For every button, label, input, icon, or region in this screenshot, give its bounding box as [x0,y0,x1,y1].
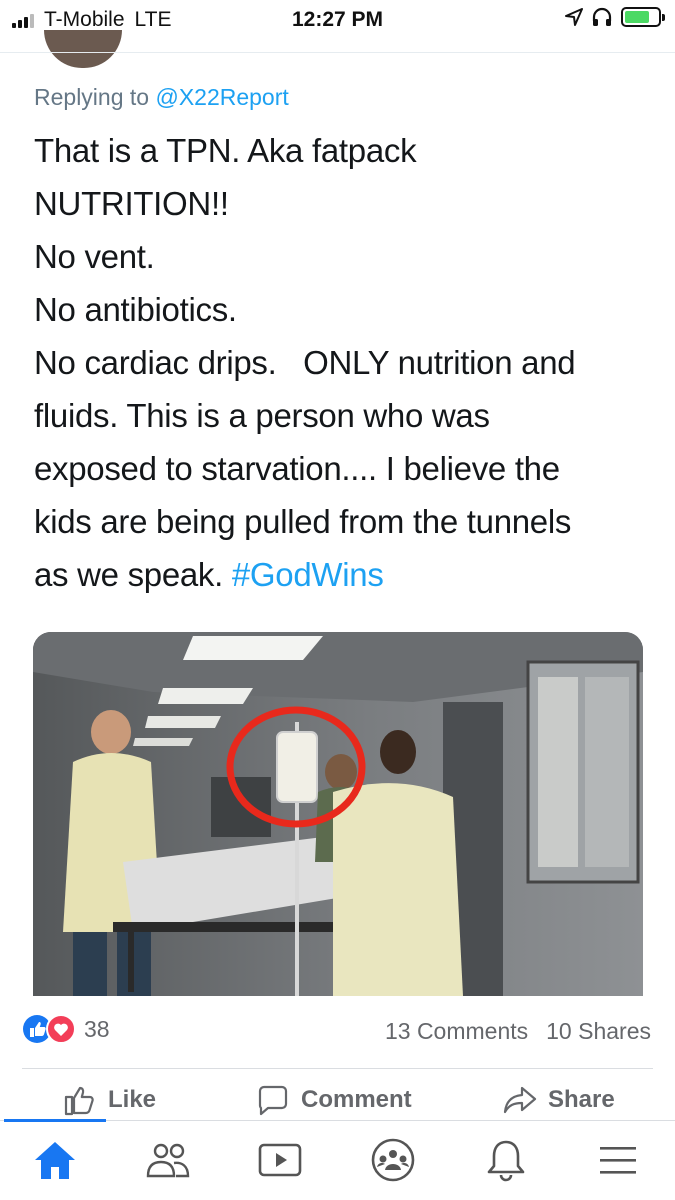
like-label: Like [108,1086,157,1113]
friends-icon [146,1143,190,1178]
post-photo[interactable] [33,632,643,996]
tweet-line: exposed to starvation.... I believe the [34,450,560,487]
groups-icon [371,1138,415,1182]
tweet-line: That is a TPN. Aka fatpack [34,132,417,169]
hospital-photo-illustration [33,632,643,996]
love-reaction-icon [46,1014,76,1044]
location-arrow-icon [565,8,583,26]
tweet-line: No vent. [34,238,155,275]
nav-menu[interactable] [588,1135,648,1185]
like-button[interactable]: Like [62,1082,156,1118]
comment-label: Comment [301,1086,412,1113]
home-icon [35,1142,75,1179]
bottom-navigation [0,1119,675,1200]
hashtag-link[interactable]: #GodWins [232,556,384,593]
nav-groups[interactable] [363,1135,423,1185]
replying-to: Replying to @X22Report [34,84,289,111]
comments-count-link[interactable]: 13 Comments [385,1018,528,1045]
watch-icon [258,1143,302,1177]
post-engagement: 13 Comments 10 Shares [385,1018,651,1045]
hamburger-menu-icon [600,1147,636,1174]
battery-icon [621,7,665,27]
tweet-line: kids are being pulled from the tunnels [34,503,572,540]
tweet-line: as we speak. [34,556,232,593]
reaction-count: 38 [84,1015,110,1042]
tweet-line: fluids. This is a person who was [34,397,490,434]
reactions-summary[interactable]: 38 [22,1014,110,1044]
share-arrow-icon [503,1086,537,1114]
tweet-text: That is a TPN. Aka fatpack NUTRITION!! No … [34,124,644,601]
replying-handle[interactable]: @X22Report [155,84,288,110]
bell-icon [487,1140,525,1182]
replying-prefix: Replying to [34,84,150,110]
divider [0,52,675,53]
nav-friends[interactable] [138,1135,198,1185]
tweet-line: No cardiac drips. ONLY nutrition and [34,344,576,381]
tweet-line-last: as we speak. #GodWins [34,548,644,601]
headphones-icon [592,7,612,26]
avatar [44,30,122,68]
thumbs-up-icon [64,1086,94,1116]
nav-home[interactable] [25,1135,85,1185]
tweet-line: NUTRITION!! [34,185,229,222]
nav-watch[interactable] [250,1135,310,1185]
nav-notifications[interactable] [476,1135,536,1185]
share-label: Share [548,1086,615,1113]
comment-button[interactable]: Comment [255,1082,412,1118]
tweet-line: No antibiotics. [34,291,237,328]
comment-icon [258,1085,288,1116]
status-icons [565,7,665,27]
active-tab-indicator [4,1119,106,1122]
share-button[interactable]: Share [502,1082,615,1118]
divider [22,1068,653,1069]
shares-count-link[interactable]: 10 Shares [546,1018,651,1045]
